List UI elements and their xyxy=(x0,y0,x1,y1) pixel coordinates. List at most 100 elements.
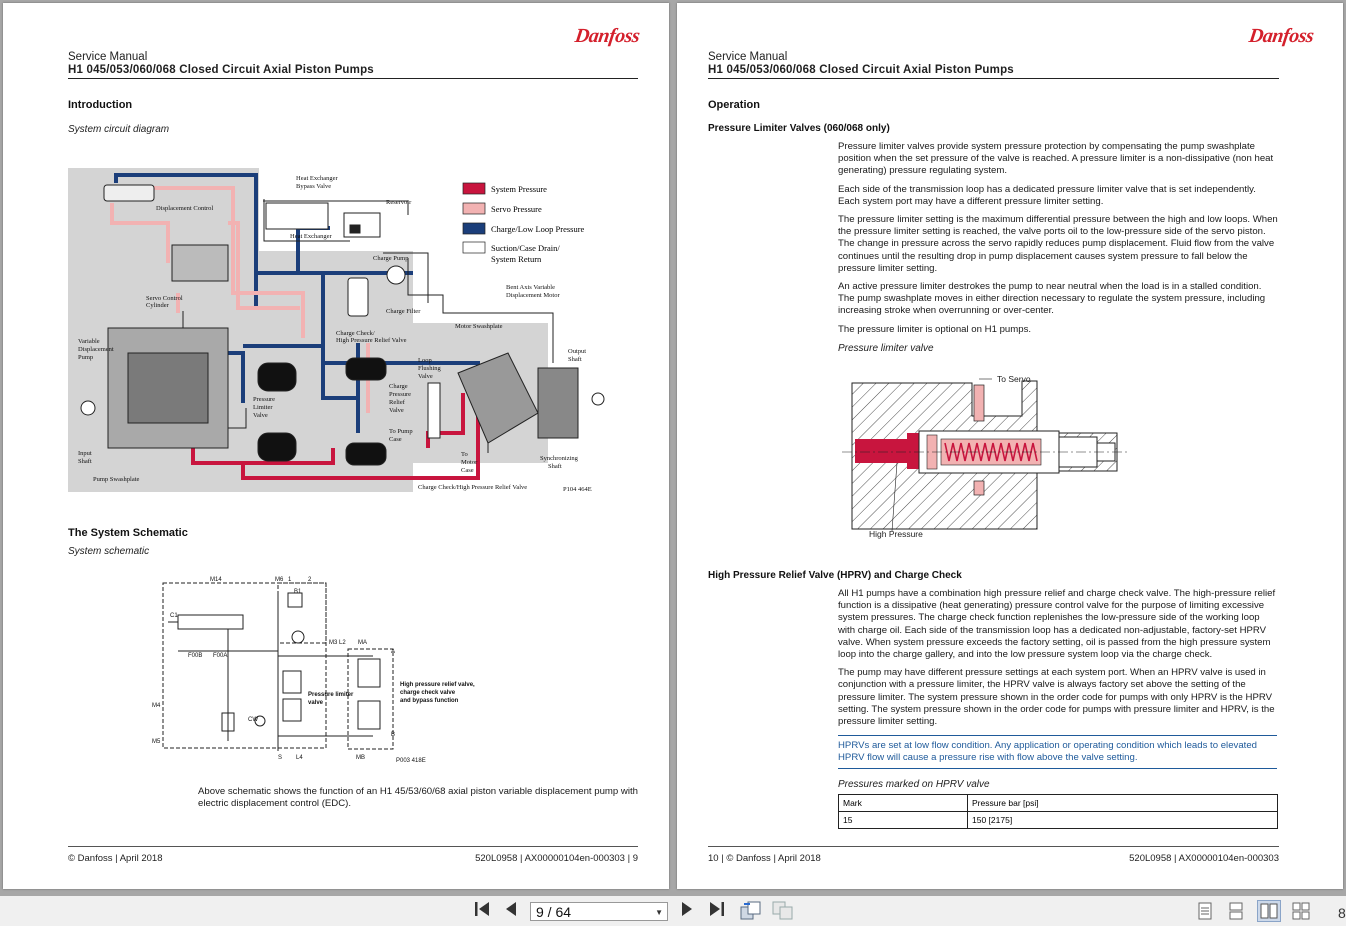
hprv-paragraph: The pump may have different pressure set… xyxy=(838,667,1275,728)
pressure-limiter-top xyxy=(257,362,297,392)
table-header-pressure: Pressure bar [psi] xyxy=(967,794,1278,812)
svg-text:Displacement: Displacement xyxy=(78,346,114,353)
svg-text:Bent Axis Variable: Bent Axis Variable xyxy=(506,284,555,291)
svg-text:Shaft: Shaft xyxy=(548,463,562,470)
svg-text:Pump Swashplate: Pump Swashplate xyxy=(93,476,140,483)
chevron-down-icon[interactable]: ▼ xyxy=(655,903,663,922)
last-page-icon[interactable] xyxy=(708,900,726,922)
plv-text: Pressure limiter valves provide system p… xyxy=(838,141,1279,342)
footer-left: 10 | © Danfoss | April 2018 xyxy=(708,853,821,864)
header-rule xyxy=(68,78,638,79)
svg-text:Pressure limiter: Pressure limiter xyxy=(308,692,354,698)
next-page-icon[interactable] xyxy=(680,900,694,922)
zoom-value[interactable]: 8 xyxy=(1338,903,1346,923)
plv-caption: Pressure limiter valve xyxy=(838,343,934,354)
hprv-paragraph: All H1 pumps have a combination high pre… xyxy=(838,588,1276,661)
legend-system-return: System Return xyxy=(491,254,542,264)
single-page-view-icon[interactable] xyxy=(1197,902,1213,924)
two-page-view-icon[interactable] xyxy=(1257,900,1281,922)
charge-filter-shape xyxy=(347,277,369,317)
diagram-legend: System Pressure Servo Pressure Charge/Lo… xyxy=(462,182,585,264)
subheading-pressure-limiter: Pressure Limiter Valves (060/068 only) xyxy=(708,123,890,134)
pressure-limiter-bottom xyxy=(257,432,297,462)
footer-left: © Danfoss | April 2018 xyxy=(68,853,163,864)
svg-text:M5: M5 xyxy=(152,739,161,745)
svg-text:A: A xyxy=(391,649,395,655)
table-cell: 150 [2175] xyxy=(967,811,1278,829)
servo-block-shape xyxy=(171,244,229,282)
svg-text:2: 2 xyxy=(308,577,312,583)
svg-text:M3 L2: M3 L2 xyxy=(329,640,346,646)
header-subtitle: H1 045/053/060/068 Closed Circuit Axial … xyxy=(708,64,1014,76)
heat-exchanger-shape xyxy=(265,202,329,230)
go-forward-view-icon[interactable] xyxy=(772,900,794,924)
document-page-9: Danfoss Service Manual H1 045/053/060/06… xyxy=(3,3,669,889)
svg-text:MB: MB xyxy=(356,755,365,761)
svg-text:Shaft: Shaft xyxy=(568,356,582,363)
label-high-pressure: High Pressure xyxy=(869,529,923,539)
danfoss-logo: Danfoss xyxy=(1247,25,1315,47)
svg-text:Reservoir: Reservoir xyxy=(386,199,412,206)
svg-text:Cylinder: Cylinder xyxy=(146,302,170,309)
svg-text:To Pump: To Pump xyxy=(389,428,413,435)
svg-text:Case: Case xyxy=(389,436,402,443)
svg-text:Synchronizing: Synchronizing xyxy=(540,455,579,462)
svg-text:B1: B1 xyxy=(294,589,302,595)
svg-text:F00A: F00A xyxy=(213,653,227,659)
danfoss-logo: Danfoss xyxy=(573,25,641,47)
plv-paragraph: Each side of the transmission loop has a… xyxy=(838,183,1256,207)
header-subtitle: H1 045/053/060/068 Closed Circuit Axial … xyxy=(68,64,374,76)
svg-text:S: S xyxy=(278,755,282,761)
plv-paragraph: An active pressure limiter destrokes the… xyxy=(838,281,1266,317)
footer-rule xyxy=(708,846,1279,847)
svg-text:Heat Exchanger: Heat Exchanger xyxy=(290,233,333,240)
go-back-view-icon[interactable] xyxy=(740,900,762,924)
svg-text:charge check valve: charge check valve xyxy=(400,690,456,696)
hprv-text: All H1 pumps have a combination high pre… xyxy=(838,588,1279,734)
schematic-caption: System schematic xyxy=(68,546,150,557)
svg-text:Charge Check/: Charge Check/ xyxy=(336,330,375,337)
svg-text:L4: L4 xyxy=(296,755,303,761)
table-row: 15 150 [2175] xyxy=(838,811,1278,829)
svg-text:Displacement Motor: Displacement Motor xyxy=(506,292,560,299)
svg-text:P003 418E: P003 418E xyxy=(396,758,426,764)
header-title: Service Manual xyxy=(708,51,788,63)
continuous-view-icon[interactable] xyxy=(1228,902,1244,924)
svg-text:CW: CW xyxy=(248,717,258,723)
previous-page-icon[interactable] xyxy=(504,900,518,922)
table-cell: 15 xyxy=(838,811,968,829)
svg-text:Limiter: Limiter xyxy=(253,404,273,411)
hprv-note: HPRVs are set at low flow condition. Any… xyxy=(838,735,1277,770)
two-page-continuous-icon[interactable] xyxy=(1292,902,1310,924)
displacement-control-shape xyxy=(103,184,155,202)
svg-text:Displacement Control: Displacement Control xyxy=(156,205,213,212)
table-caption: Pressures marked on HPRV valve xyxy=(838,779,990,790)
svg-text:Variable: Variable xyxy=(78,338,100,345)
svg-text:M4: M4 xyxy=(152,703,161,709)
diagram-caption: System circuit diagram xyxy=(68,124,170,135)
table-header-mark: Mark xyxy=(838,794,968,812)
legend-servo-pressure: Servo Pressure xyxy=(491,204,542,214)
system-circuit-diagram: System Pressure Servo Pressure Charge/Lo… xyxy=(68,168,605,493)
svg-text:Input: Input xyxy=(78,450,92,457)
viewer-toolbar xyxy=(0,896,1346,926)
svg-text:Valve: Valve xyxy=(418,373,433,380)
svg-text:Servo Control: Servo Control xyxy=(146,295,183,302)
page-number-input[interactable]: 9 / 64 ▼ xyxy=(530,902,668,921)
section-heading-schematic: The System Schematic xyxy=(68,527,188,539)
footer-right: 520L0958 | AX00000104en-000303 | 9 xyxy=(475,853,638,864)
hprv-pressure-table: Mark Pressure bar [psi] 15 150 [2175] xyxy=(838,794,1278,829)
first-page-icon[interactable] xyxy=(473,900,491,922)
svg-text:Motor Swashplate: Motor Swashplate xyxy=(455,323,503,330)
svg-text:Charge Check/High Pressure Rel: Charge Check/High Pressure Relief Valve xyxy=(418,484,527,491)
document-page-10: Danfoss Service Manual H1 045/053/060/06… xyxy=(677,3,1343,889)
svg-text:P104 464E: P104 464E xyxy=(563,486,592,493)
svg-text:1: 1 xyxy=(288,577,292,583)
svg-text:Relief: Relief xyxy=(389,399,406,406)
svg-text:Motor: Motor xyxy=(461,459,478,466)
charge-pump-shape xyxy=(386,265,406,285)
reservoir-shape xyxy=(343,212,381,238)
legend-suction: Suction/Case Drain/ xyxy=(491,243,560,253)
svg-text:To: To xyxy=(461,451,468,458)
footer-right: 520L0958 | AX00000104en-000303 xyxy=(1129,853,1279,864)
